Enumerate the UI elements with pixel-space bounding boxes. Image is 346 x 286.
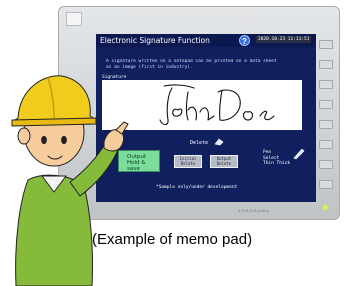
power-led — [323, 205, 328, 210]
pen-select-line: Thin Thick — [263, 161, 291, 166]
brand-label: YOKOGAWA — [238, 208, 270, 213]
output-delete-button[interactable]: Output Delete — [210, 155, 238, 168]
pen-icon[interactable] — [292, 146, 306, 160]
button-line: Delete — [216, 160, 232, 166]
initial-delete-button[interactable]: Initial Delete — [174, 155, 202, 168]
sample-note: *Sample only/under development — [156, 185, 238, 190]
side-function-button[interactable] — [319, 180, 333, 189]
side-function-button[interactable] — [319, 40, 333, 49]
side-function-button[interactable] — [319, 80, 333, 89]
side-function-button[interactable] — [319, 160, 333, 169]
bezel-corner-mark — [66, 12, 82, 26]
datetime-display: 2020.10.23 11:11:51 — [256, 36, 312, 43]
caption: (Example of memo pad) — [92, 231, 253, 248]
side-function-button[interactable] — [319, 60, 333, 69]
help-button[interactable]: ? — [239, 35, 250, 46]
eraser-icon[interactable] — [214, 138, 224, 146]
screen-title: Electronic Signature Function — [100, 36, 210, 45]
side-function-button[interactable] — [319, 100, 333, 109]
worker-character-illustration — [11, 75, 129, 286]
side-function-button[interactable] — [319, 120, 333, 129]
title-bar: Electronic Signature Function ? 2020.10.… — [96, 34, 316, 47]
button-line: Delete — [180, 160, 196, 166]
side-function-button[interactable] — [319, 140, 333, 149]
delete-label: Delete — [190, 140, 209, 146]
